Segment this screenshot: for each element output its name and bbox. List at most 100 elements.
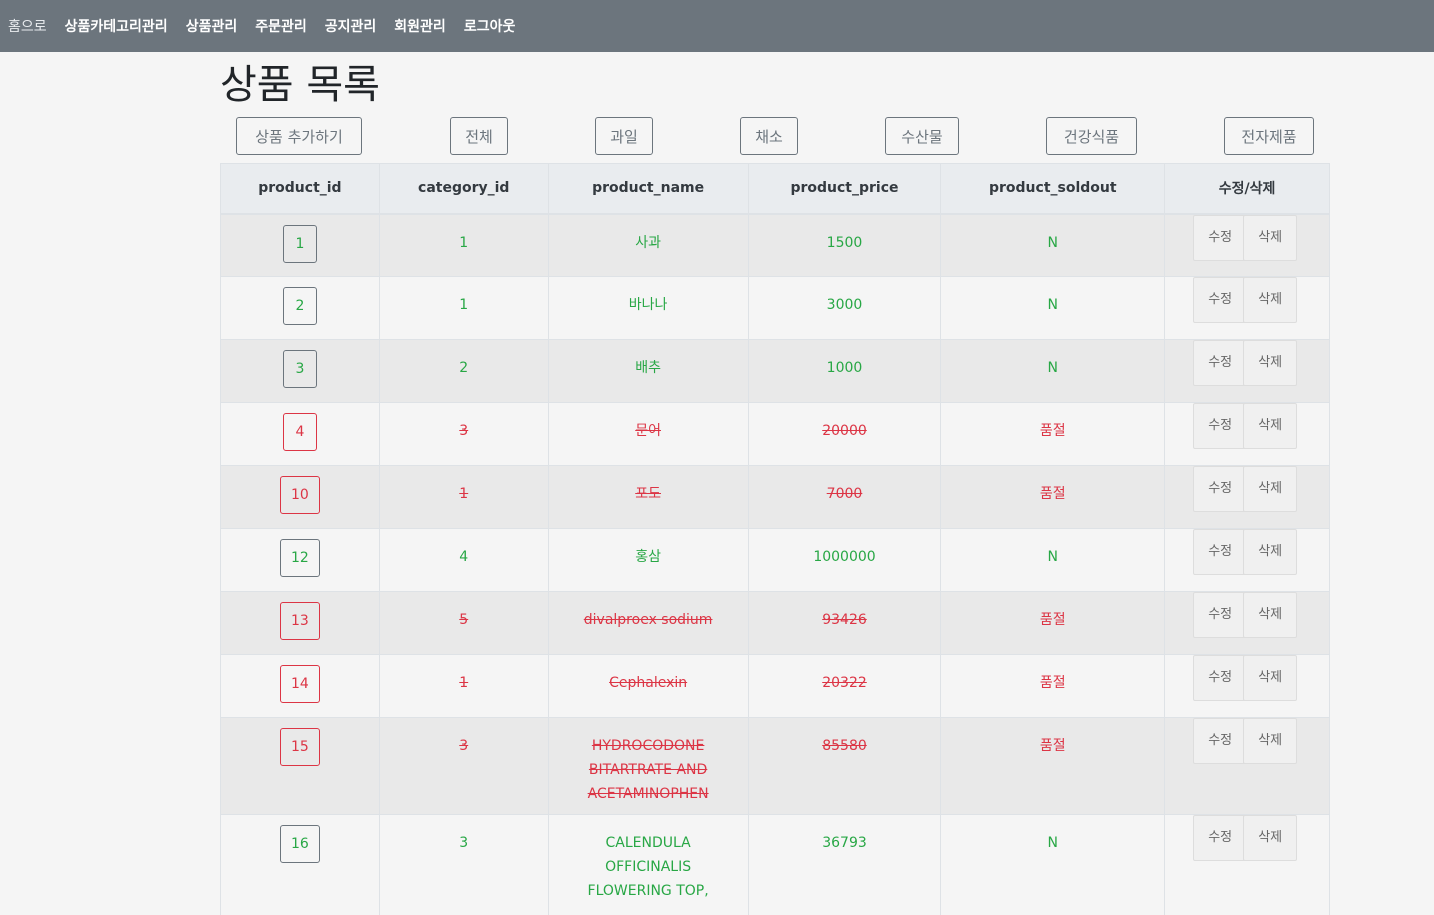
cell-product-name: 사과: [547, 213, 749, 277]
nav-logout-link[interactable]: 로그아웃: [464, 16, 516, 36]
cell-category-id: 3: [378, 717, 549, 815]
cell-actions: 수정 삭제: [1164, 528, 1330, 592]
cell-product-name: divalproex sodium: [547, 591, 749, 655]
cell-product-price: 7000: [747, 465, 942, 529]
nav-product-link[interactable]: 상품관리: [186, 16, 238, 36]
cell-product-soldout: 품절: [940, 465, 1166, 529]
product-id-badge[interactable]: 13: [280, 602, 320, 640]
cell-product-id: 15: [220, 717, 380, 815]
edit-button[interactable]: 수정: [1193, 466, 1248, 512]
nav-category-link[interactable]: 상품카테고리관리: [65, 16, 168, 36]
header-category-id: category_id: [378, 163, 549, 215]
filter-vegetable-button[interactable]: 채소: [740, 117, 798, 155]
table-row: 14 1 Cephalexin 20322 품절 수정 삭제: [220, 654, 1330, 718]
product-id-badge[interactable]: 16: [280, 825, 320, 863]
page-title: 상품 목록: [220, 62, 380, 108]
table-row: 12 4 홍삼 1000000 N 수정 삭제: [220, 528, 1330, 592]
table-header-row: product_id category_id product_name prod…: [220, 163, 1330, 215]
cell-product-soldout: N: [940, 213, 1166, 277]
edit-button[interactable]: 수정: [1193, 277, 1248, 323]
table-row: 16 3 CALENDULA OFFICINALIS FLOWERING TOP, 3…: [220, 814, 1330, 915]
filter-health-button[interactable]: 건강식품: [1046, 117, 1137, 155]
nav-order-link[interactable]: 주문관리: [255, 16, 307, 36]
product-id-badge[interactable]: 4: [282, 413, 317, 451]
cell-product-price: 1000: [747, 339, 942, 403]
delete-button[interactable]: 삭제: [1243, 340, 1298, 386]
delete-button[interactable]: 삭제: [1243, 529, 1298, 575]
cell-product-name: Cephalexin: [547, 654, 749, 718]
edit-button[interactable]: 수정: [1193, 340, 1248, 386]
nav-home-link[interactable]: 홈으로: [8, 16, 47, 36]
edit-button[interactable]: 수정: [1193, 815, 1248, 861]
cell-category-id: 3: [378, 402, 549, 466]
product-id-badge[interactable]: 12: [280, 539, 320, 577]
delete-button[interactable]: 삭제: [1243, 214, 1298, 261]
table-row: 10 1 포도 7000 품절 수정 삭제: [220, 465, 1330, 529]
edit-button[interactable]: 수정: [1193, 655, 1248, 701]
nav-member-link[interactable]: 회원관리: [394, 16, 446, 36]
cell-actions: 수정 삭제: [1164, 654, 1330, 718]
delete-button[interactable]: 삭제: [1243, 466, 1298, 512]
filter-electronics-button[interactable]: 전자제품: [1224, 117, 1314, 155]
cell-product-soldout: N: [940, 339, 1166, 403]
cell-product-price: 3000: [747, 276, 942, 340]
nav-notice-link[interactable]: 공지관리: [325, 16, 377, 36]
delete-button[interactable]: 삭제: [1243, 592, 1298, 638]
table-row: 2 1 바나나 3000 N 수정 삭제: [220, 276, 1330, 340]
cell-product-id: 10: [220, 465, 380, 529]
edit-button[interactable]: 수정: [1193, 592, 1248, 638]
cell-product-id: 4: [220, 402, 380, 466]
product-id-badge[interactable]: 15: [280, 728, 320, 766]
filter-seafood-button[interactable]: 수산물: [885, 117, 959, 155]
product-table: product_id category_id product_name prod…: [220, 163, 1330, 915]
cell-actions: 수정 삭제: [1164, 814, 1330, 915]
cell-actions: 수정 삭제: [1164, 339, 1330, 403]
cell-product-soldout: 품절: [940, 402, 1166, 466]
delete-button[interactable]: 삭제: [1243, 718, 1298, 764]
cell-product-name: 배추: [547, 339, 749, 403]
edit-button[interactable]: 수정: [1193, 214, 1248, 261]
product-id-badge[interactable]: 3: [282, 350, 317, 388]
cell-product-id: 3: [220, 339, 380, 403]
delete-button[interactable]: 삭제: [1243, 815, 1298, 861]
cell-actions: 수정 삭제: [1164, 717, 1330, 815]
cell-category-id: 1: [378, 213, 549, 277]
cell-actions: 수정 삭제: [1164, 213, 1330, 277]
edit-button[interactable]: 수정: [1193, 718, 1248, 764]
edit-button[interactable]: 수정: [1193, 529, 1248, 575]
cell-product-name: 홍삼: [547, 528, 749, 592]
delete-button[interactable]: 삭제: [1243, 403, 1298, 449]
product-id-badge[interactable]: 2: [282, 287, 317, 325]
cell-product-price: 20000: [747, 402, 942, 466]
cell-product-soldout: N: [940, 814, 1166, 915]
cell-product-price: 85580: [747, 717, 942, 815]
cell-product-id: 1: [220, 213, 380, 277]
cell-product-price: 1000000: [747, 528, 942, 592]
header-product-soldout: product_soldout: [940, 163, 1166, 215]
table-row: 3 2 배추 1000 N 수정 삭제: [220, 339, 1330, 403]
cell-product-price: 93426: [747, 591, 942, 655]
cell-actions: 수정 삭제: [1164, 276, 1330, 340]
cell-category-id: 1: [378, 654, 549, 718]
cell-actions: 수정 삭제: [1164, 591, 1330, 655]
table-row: 13 5 divalproex sodium 93426 품절 수정 삭제: [220, 591, 1330, 655]
cell-product-id: 12: [220, 528, 380, 592]
cell-category-id: 5: [378, 591, 549, 655]
cell-product-id: 16: [220, 814, 380, 915]
product-id-badge[interactable]: 14: [280, 665, 320, 703]
edit-button[interactable]: 수정: [1193, 403, 1248, 449]
cell-product-soldout: 품절: [940, 717, 1166, 815]
delete-button[interactable]: 삭제: [1243, 277, 1298, 323]
header-actions: 수정/삭제: [1164, 163, 1330, 215]
product-id-badge[interactable]: 10: [280, 476, 320, 514]
header-product-id: product_id: [220, 163, 380, 215]
header-product-price: product_price: [747, 163, 942, 215]
cell-product-name: CALENDULA OFFICINALIS FLOWERING TOP,: [547, 814, 749, 915]
product-id-badge[interactable]: 1: [282, 224, 317, 263]
add-product-button[interactable]: 상품 추가하기: [236, 117, 362, 155]
delete-button[interactable]: 삭제: [1243, 655, 1298, 701]
cell-product-name: 포도: [547, 465, 749, 529]
filter-all-button[interactable]: 전체: [450, 117, 508, 155]
cell-product-id: 2: [220, 276, 380, 340]
filter-fruit-button[interactable]: 과일: [595, 117, 653, 155]
